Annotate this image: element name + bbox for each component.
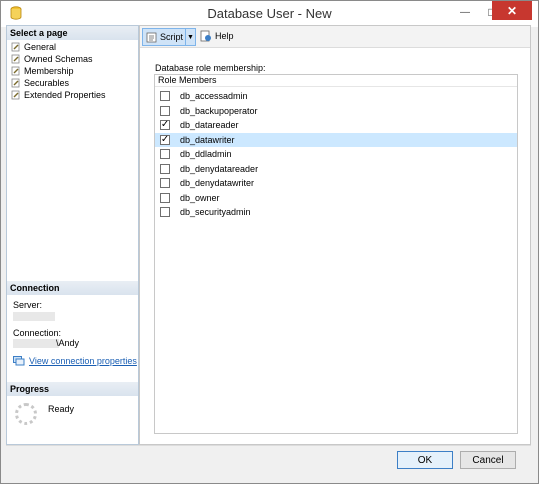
help-icon bbox=[200, 30, 211, 42]
page-item-label: Membership bbox=[24, 66, 74, 76]
minimize-icon: — bbox=[460, 6, 470, 18]
ok-label: OK bbox=[417, 454, 433, 466]
script-label: Script bbox=[160, 32, 184, 42]
role-checkbox[interactable] bbox=[160, 178, 170, 188]
page-item-owned-schemas[interactable]: Owned Schemas bbox=[11, 53, 106, 65]
wrench-page-icon bbox=[11, 54, 20, 64]
chevron-down-icon: ▼ bbox=[187, 33, 194, 41]
progress-spinner-icon bbox=[15, 403, 37, 425]
script-dropdown-button[interactable]: ▼ bbox=[185, 28, 196, 46]
footer-separator bbox=[6, 445, 531, 446]
page-item-extended-properties[interactable]: Extended Properties bbox=[11, 89, 106, 101]
role-row[interactable]: db_backupoperator bbox=[155, 104, 517, 118]
role-name: db_accessadmin bbox=[180, 91, 248, 101]
role-row[interactable]: db_accessadmin bbox=[155, 89, 517, 103]
role-row[interactable]: db_ddladmin bbox=[155, 147, 517, 161]
role-name: db_owner bbox=[180, 192, 220, 203]
roles-column-header: Role Members bbox=[155, 75, 517, 87]
wrench-page-icon bbox=[11, 66, 20, 76]
roles-caption: Database role membership: bbox=[155, 63, 266, 73]
page-list: General Owned Schemas Membership Securab… bbox=[11, 41, 106, 101]
role-name: db_ddladmin bbox=[180, 149, 232, 159]
page-item-label: Securables bbox=[24, 78, 70, 88]
role-row[interactable]: db_securityadmin bbox=[155, 205, 517, 219]
redacted-server-value bbox=[13, 312, 55, 321]
script-icon bbox=[146, 32, 157, 42]
help-label: Help bbox=[215, 31, 234, 41]
cancel-label: Cancel bbox=[472, 454, 504, 466]
ok-button[interactable]: OK bbox=[397, 451, 453, 469]
close-button[interactable]: ✕ bbox=[492, 1, 532, 20]
progress-header: Progress bbox=[7, 382, 138, 396]
role-row[interactable]: db_denydatawriter bbox=[155, 176, 517, 190]
page-item-securables[interactable]: Securables bbox=[11, 77, 106, 89]
role-checkbox[interactable]: ✓ bbox=[160, 134, 170, 145]
page-item-label: Owned Schemas bbox=[24, 54, 93, 64]
dialog-window: Database User - New — □ ✕ Select a page … bbox=[0, 0, 539, 484]
role-name: db_securityadmin bbox=[180, 207, 251, 217]
connection-header: Connection bbox=[7, 281, 138, 295]
title-bar: Database User - New — □ ✕ bbox=[1, 1, 538, 27]
page-item-general[interactable]: General bbox=[11, 41, 106, 53]
wrench-page-icon bbox=[11, 78, 20, 88]
page-item-label: General bbox=[24, 42, 57, 52]
view-connection-properties-link[interactable]: View connection properties bbox=[13, 356, 137, 366]
help-button[interactable]: Help bbox=[200, 30, 234, 42]
close-icon: ✕ bbox=[506, 3, 518, 18]
role-checkbox[interactable] bbox=[160, 163, 170, 174]
select-page-header: Select a page bbox=[7, 26, 138, 40]
role-checkbox[interactable] bbox=[160, 207, 170, 217]
toolbar: Script ▼ Help bbox=[140, 26, 530, 48]
role-checkbox[interactable] bbox=[160, 149, 170, 159]
wrench-page-icon bbox=[11, 90, 20, 100]
connection-label: Connection: bbox=[13, 328, 62, 338]
roles-list: Role Members db_accessadmin db_backupoper… bbox=[154, 74, 518, 434]
page-item-membership[interactable]: Membership bbox=[11, 65, 106, 77]
role-name: db_denydatawriter bbox=[180, 178, 255, 188]
page-item-label: Extended Properties bbox=[24, 90, 106, 100]
server-label: Server: bbox=[13, 300, 43, 310]
wrench-page-icon bbox=[11, 42, 20, 52]
script-button[interactable]: Script bbox=[142, 28, 186, 46]
connection-user: \Andy bbox=[56, 338, 80, 348]
role-row[interactable]: db_denydatareader bbox=[155, 162, 517, 176]
role-row[interactable]: db_owner bbox=[155, 191, 517, 205]
minimize-button[interactable]: — bbox=[451, 2, 479, 22]
right-panel: Script ▼ Help Database role membership: … bbox=[139, 25, 531, 445]
view-connection-link-label: View connection properties bbox=[29, 356, 137, 366]
role-name: db_backupoperator bbox=[180, 105, 258, 116]
role-name: db_datareader bbox=[180, 120, 239, 130]
role-row[interactable]: ✓ db_datareader bbox=[155, 118, 517, 132]
left-panel: Select a page General Owned Schemas Memb… bbox=[6, 25, 139, 445]
role-checkbox[interactable]: ✓ bbox=[160, 120, 170, 130]
role-name: db_denydatareader bbox=[180, 163, 259, 174]
cancel-button[interactable]: Cancel bbox=[460, 451, 516, 469]
connection-properties-icon bbox=[13, 356, 25, 366]
role-name: db_datawriter bbox=[180, 134, 235, 145]
role-checkbox[interactable] bbox=[160, 91, 170, 101]
role-row[interactable]: ✓ db_datawriter bbox=[155, 132, 517, 147]
role-checkbox[interactable] bbox=[160, 105, 170, 116]
progress-status: Ready bbox=[48, 404, 75, 414]
redacted-connection-domain bbox=[13, 339, 59, 348]
role-checkbox[interactable] bbox=[160, 192, 170, 203]
